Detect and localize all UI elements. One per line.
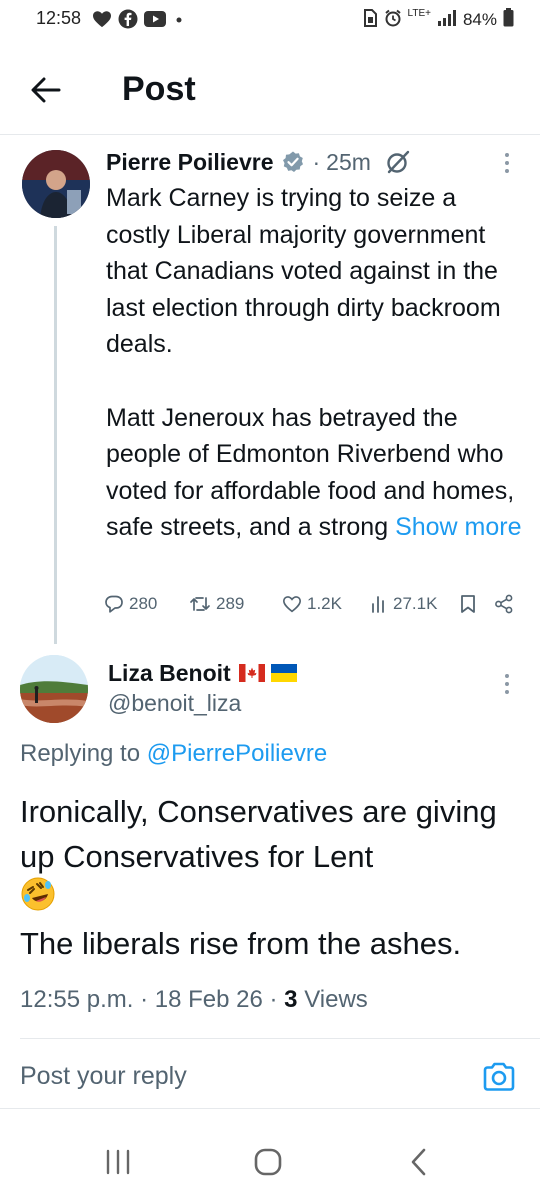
youtube-icon xyxy=(144,11,166,32)
like-button[interactable]: 1.2K xyxy=(282,594,342,614)
repost-button[interactable]: 289 xyxy=(189,594,244,614)
reply-author-handle[interactable]: @benoit_liza xyxy=(108,690,241,717)
chevron-left-icon xyxy=(411,1148,426,1176)
post-text: Mark Carney is trying to seize a costly … xyxy=(106,180,526,546)
arrow-left-icon xyxy=(31,77,61,103)
reply-line-2: The liberals rise from the ashes. xyxy=(20,926,462,961)
reply-more-options-icon[interactable] xyxy=(498,669,516,699)
author-avatar[interactable] xyxy=(22,150,90,218)
reply-icon xyxy=(105,595,123,613)
views-button[interactable]: 27.1K xyxy=(370,594,437,614)
facebook-icon xyxy=(118,9,138,34)
status-bar: 12:58 LTE+ 84% xyxy=(0,0,540,40)
separator-dot: · xyxy=(312,148,321,175)
bookmark-icon xyxy=(461,595,475,613)
home-button[interactable] xyxy=(246,1144,290,1180)
views-count: 27.1K xyxy=(393,594,438,613)
camera-icon xyxy=(483,1062,515,1091)
post-author-name[interactable]: Pierre Poilievre xyxy=(106,149,274,176)
recent-apps-icon xyxy=(106,1149,130,1175)
reply-line-1: Ironically, Conservatives are giving up … xyxy=(20,794,497,874)
canada-flag-icon xyxy=(238,664,265,682)
post-author-row: Pierre Poilievre · 25m xyxy=(106,145,411,179)
home-icon xyxy=(254,1148,282,1176)
dot-icon xyxy=(172,12,186,31)
reply-views-count: 3 xyxy=(284,986,298,1013)
like-count: 1.2K xyxy=(307,594,342,613)
reply-views-label: Views xyxy=(304,986,368,1013)
bookmark-button[interactable] xyxy=(460,594,476,614)
bottom-divider xyxy=(0,1108,540,1109)
reply-meta: 12:55 p.m. · 18 Feb 26 · 3 Views xyxy=(20,986,368,1013)
repost-icon xyxy=(190,597,210,611)
alarm-icon xyxy=(384,9,402,32)
header-divider xyxy=(0,134,540,135)
verified-badge-icon xyxy=(281,150,305,174)
reply-author-name[interactable]: Liza Benoit xyxy=(108,660,231,687)
ukraine-flag-icon xyxy=(270,664,297,682)
post-time-ago: 25m xyxy=(326,148,371,175)
show-more-link[interactable]: Show more xyxy=(395,513,521,541)
battery-icon xyxy=(503,8,514,32)
post-reply-input[interactable]: Post your reply xyxy=(20,1062,187,1091)
reply-text: Ironically, Conservatives are giving up … xyxy=(20,789,530,966)
battery-percent: 84% xyxy=(462,10,497,29)
heart-outline-icon xyxy=(282,596,302,613)
header: Post xyxy=(0,56,540,122)
signal-icon xyxy=(437,9,457,31)
reply-author-row: Liza Benoit xyxy=(108,656,297,690)
reply-timestamp: 12:55 p.m. xyxy=(20,986,134,1013)
sim-icon xyxy=(362,8,378,32)
post-more-options-icon[interactable] xyxy=(498,148,516,178)
reply-count: 280 xyxy=(129,594,158,613)
repost-count: 289 xyxy=(216,594,245,613)
share-icon xyxy=(495,594,513,614)
status-time: 12:58 xyxy=(36,8,82,28)
system-nav-bar xyxy=(0,1120,540,1200)
page-title: Post xyxy=(122,70,196,108)
replying-to-mention[interactable]: @PierrePoilievre xyxy=(147,740,327,767)
post-paragraph-2: Matt Jeneroux has betrayed the people of… xyxy=(106,403,522,542)
share-button[interactable] xyxy=(494,594,514,614)
post-actions: 280 289 1.2K 27.1K xyxy=(104,594,524,622)
reply-author-avatar[interactable] xyxy=(20,655,88,723)
rolling-laughing-emoji-icon xyxy=(20,876,56,924)
network-type-label: LTE+ xyxy=(407,8,431,19)
meta-divider xyxy=(20,1038,540,1039)
back-button[interactable] xyxy=(24,68,68,112)
thread-line xyxy=(54,226,57,644)
status-system-icons: LTE+ 84% xyxy=(362,8,514,32)
grok-icon[interactable] xyxy=(385,149,411,175)
recent-apps-button[interactable] xyxy=(96,1144,140,1180)
post-paragraph-1: Mark Carney is trying to seize a costly … xyxy=(106,184,501,359)
reply-date: 18 Feb 26 xyxy=(154,986,263,1013)
views-chart-icon xyxy=(372,596,384,613)
back-nav-button[interactable] xyxy=(396,1144,440,1180)
camera-button[interactable] xyxy=(480,1058,518,1096)
status-notification-icons xyxy=(92,9,186,34)
heart-icon xyxy=(92,10,112,33)
replying-to-label: Replying to xyxy=(20,740,141,767)
reply-button[interactable]: 280 xyxy=(104,594,157,614)
replying-to-line: Replying to @PierrePoilievre xyxy=(20,740,327,768)
